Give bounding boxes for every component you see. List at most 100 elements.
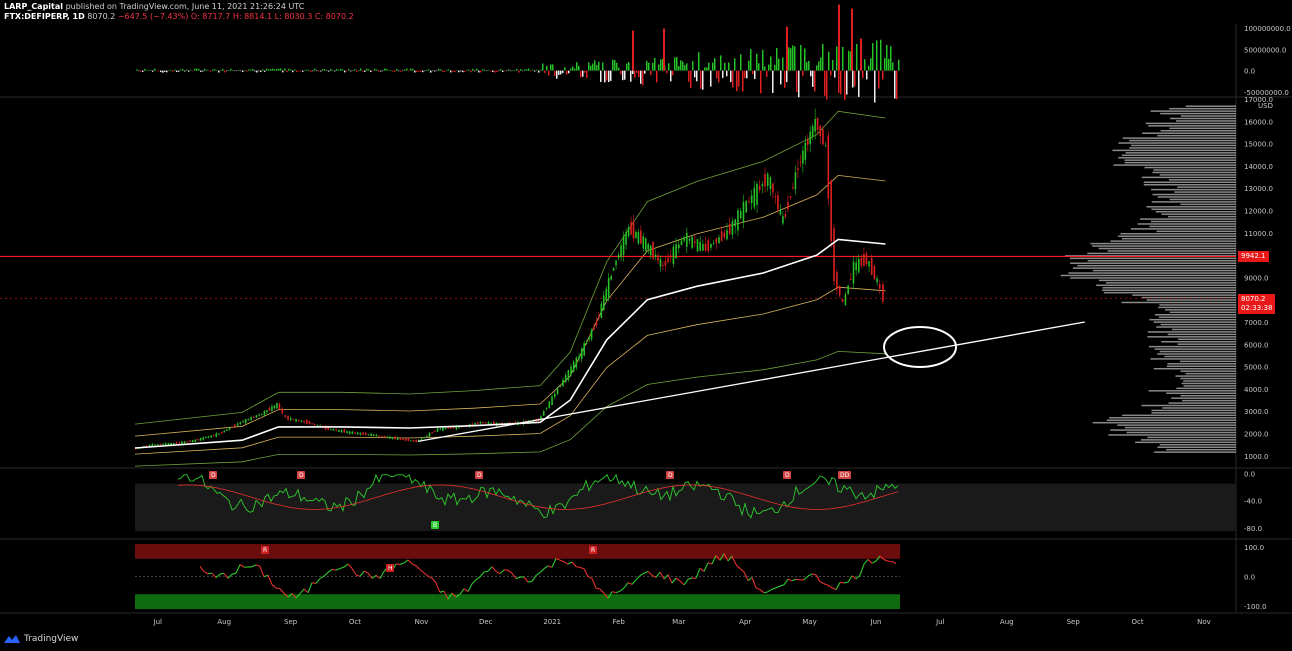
osc2-segment xyxy=(827,584,833,589)
candle-body xyxy=(305,419,308,424)
volume-profile-bar xyxy=(1176,120,1236,122)
volume-bar xyxy=(358,70,360,71)
volume-bar xyxy=(270,69,272,71)
publish-header: LARP_Capital published on TradingView.co… xyxy=(4,2,304,12)
osc2-segment xyxy=(683,579,689,586)
volume-profile-bar xyxy=(1146,206,1236,208)
volume-profile-bar xyxy=(1166,448,1236,451)
candle-body xyxy=(789,196,792,198)
candle-body xyxy=(779,209,782,215)
candle-body xyxy=(761,184,764,187)
candle-body xyxy=(156,444,159,446)
volume-bar xyxy=(724,62,726,71)
candle-body xyxy=(610,275,612,280)
candle-body xyxy=(292,419,295,421)
volume-bar xyxy=(256,70,258,73)
volume-bar xyxy=(652,62,654,71)
symbol-name[interactable]: FTX:DEFIPERP, 1D xyxy=(4,12,85,21)
volume-profile-bar xyxy=(1087,252,1236,255)
volume-bar xyxy=(554,70,556,76)
osc2-segment xyxy=(231,572,237,575)
candle-body xyxy=(593,327,595,330)
osc2-segment xyxy=(567,561,573,565)
volume-profile-bar xyxy=(1160,130,1236,132)
volume-bar xyxy=(460,70,462,72)
volume-bar xyxy=(210,70,212,72)
candle-body xyxy=(680,240,683,246)
time-axis-tick: Apr xyxy=(739,618,751,626)
volume-bar xyxy=(364,70,366,72)
volume-bar xyxy=(184,70,186,72)
tradingview-brand[interactable]: TradingView xyxy=(4,634,78,644)
volume-profile-bar xyxy=(1160,112,1236,115)
volume-bar xyxy=(422,70,424,73)
volume-bar xyxy=(282,70,284,73)
volume-bar xyxy=(536,69,538,71)
volume-profile-bar xyxy=(1121,301,1236,304)
volume-bar xyxy=(438,68,440,71)
volume-profile-bar xyxy=(1110,240,1236,242)
candle-body xyxy=(359,432,362,435)
osc2-segment xyxy=(307,582,313,593)
candle-body xyxy=(289,418,292,420)
candle-body xyxy=(694,241,696,243)
volume-profile-bar xyxy=(1176,387,1236,390)
volume-profile-bar xyxy=(1166,392,1236,395)
osc2-segment xyxy=(815,574,821,583)
volume-bar xyxy=(590,65,592,71)
osc2-segment xyxy=(491,566,497,572)
volume-bar xyxy=(516,69,518,71)
candle-body xyxy=(728,223,731,235)
candle-body xyxy=(314,423,316,425)
osc2-segment xyxy=(407,559,413,565)
volume-profile-bar xyxy=(1153,367,1236,370)
candle-body xyxy=(659,259,662,267)
volume-bar xyxy=(668,63,670,71)
volume-bar xyxy=(578,65,580,71)
volume-bar xyxy=(344,70,346,73)
osc2-segment xyxy=(379,571,385,579)
volume-bar xyxy=(612,59,614,71)
volume-profile-bar xyxy=(1181,382,1236,385)
volume-profile-bar xyxy=(1124,426,1236,429)
volume-bar xyxy=(540,69,542,71)
candle-body xyxy=(588,337,590,340)
volume-profile-bar xyxy=(1152,171,1236,174)
volume-bar xyxy=(228,70,230,71)
time-axis-tick: Sep xyxy=(1067,618,1081,626)
volume-bar xyxy=(654,57,656,71)
volume-bar xyxy=(872,43,874,71)
volume-profile-bar xyxy=(1157,353,1236,355)
volume-bar xyxy=(274,69,276,71)
volume-bar xyxy=(534,70,536,72)
candle-body xyxy=(675,244,677,259)
volume-bar xyxy=(694,70,696,78)
volume-bar xyxy=(630,70,632,82)
candle-body xyxy=(159,444,162,446)
volume-bar xyxy=(388,70,390,71)
volume-profile-bar xyxy=(1185,105,1236,107)
publisher-name[interactable]: LARP_Capital xyxy=(4,2,63,11)
volume-bar xyxy=(808,60,810,71)
volume-bar xyxy=(762,49,764,71)
volume-bar xyxy=(136,69,138,71)
volume-bar xyxy=(752,70,754,75)
candle-body xyxy=(412,440,415,442)
osc2-segment xyxy=(543,565,549,570)
volume-bar xyxy=(740,54,742,71)
candle-body xyxy=(838,286,841,296)
candle-body xyxy=(356,432,359,435)
volume-bar xyxy=(158,70,160,72)
volume-bar xyxy=(702,70,704,90)
volume-bar xyxy=(504,70,506,72)
volume-bar xyxy=(372,70,374,72)
volume-profile-bar xyxy=(1092,269,1236,272)
osc2-segment xyxy=(783,578,789,586)
volume-bar xyxy=(308,69,310,71)
candle-body xyxy=(278,403,281,410)
candle-body xyxy=(362,432,364,435)
price-axis-tick: 7000.0 xyxy=(1244,319,1269,327)
candle-body xyxy=(797,168,799,171)
price-axis-tick: 2000.0 xyxy=(1244,431,1269,439)
chart-canvas[interactable]: 100000000.050000000.00.0-50000000.01000.… xyxy=(0,0,1292,651)
